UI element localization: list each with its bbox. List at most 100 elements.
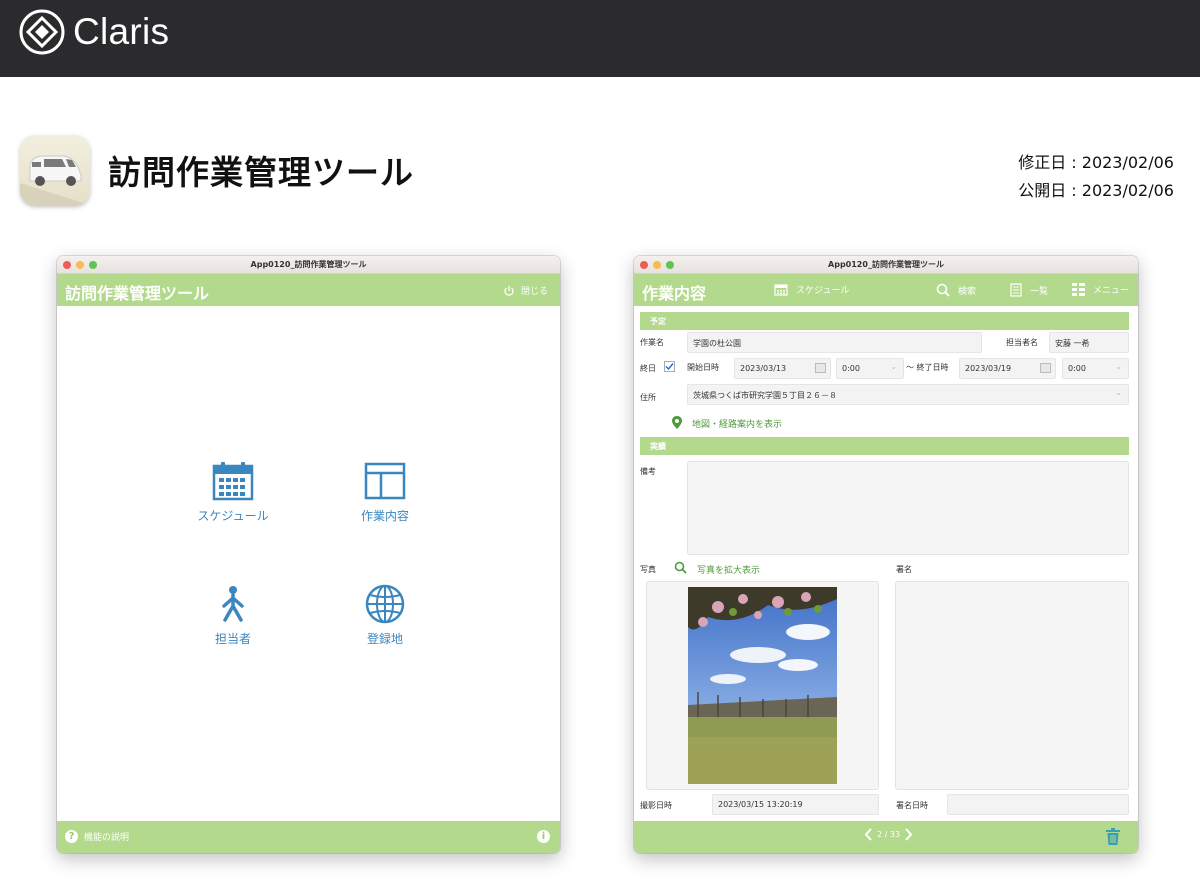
app-icon <box>20 135 90 205</box>
calendar-picker-icon[interactable] <box>1040 363 1051 373</box>
brand-name: Claris <box>73 11 170 52</box>
close-app-button[interactable]: 閉じる <box>503 284 548 297</box>
address-value: 茨城県つくば市研究学園５丁目２６－８ <box>693 391 837 400</box>
chevron-down-icon: ⌄ <box>890 362 897 371</box>
claris-brand[interactable]: Claris <box>19 9 169 55</box>
app-footer-bar: ? 機能の説明 i <box>57 821 560 853</box>
location-menu-label: 登録地 <box>366 632 403 646</box>
app-heading: 作業内容 <box>642 284 707 303</box>
address-field[interactable]: 茨城県つくば市研究学園５丁目２６－８ ⌄ <box>687 384 1129 405</box>
nav-schedule-label: スケジュール <box>796 286 850 296</box>
power-icon <box>504 285 514 296</box>
record-pager: 2 / 33 <box>864 828 913 841</box>
start-date-value: 2023/03/13 <box>740 364 787 373</box>
work-name-label: 作業名 <box>640 338 664 347</box>
menu-window-screenshot: App0120_訪問作業管理ツール 訪問作業管理ツール 閉じる スケジュール 作… <box>57 256 560 853</box>
top-bar: Claris <box>0 0 1200 77</box>
signature-pad[interactable] <box>895 581 1129 790</box>
nav-schedule-button[interactable]: スケジュール <box>774 283 849 296</box>
sign-date-field[interactable] <box>947 794 1129 815</box>
photo-container[interactable] <box>646 581 879 790</box>
work-name-field[interactable]: 学園の杜公園 <box>687 332 982 353</box>
schedule-menu-button[interactable]: スケジュール <box>188 461 278 524</box>
start-label: 開始日時 <box>687 363 719 372</box>
staff-menu-label: 担当者 <box>214 632 251 646</box>
publish-dates: 修正日 : 2023/02/06 公開日 : 2023/02/06 <box>1018 149 1174 205</box>
help-icon: ? <box>65 830 78 843</box>
zoom-search-icon[interactable] <box>674 561 687 574</box>
sign-date-label: 署名日時 <box>896 801 928 810</box>
section-actual-header: 実績 <box>640 437 1129 455</box>
staff-label: 担当者名 <box>1006 338 1038 347</box>
section-plan-header: 予定 <box>640 312 1129 330</box>
grid-menu-icon <box>1072 283 1085 296</box>
staff-menu-button[interactable]: 担当者 <box>188 584 278 647</box>
signature-label: 署名 <box>896 565 912 574</box>
allday-label: 終日 <box>640 364 656 373</box>
window-titlebar: App0120_訪問作業管理ツール <box>57 256 560 274</box>
search-icon <box>936 283 950 297</box>
nav-list-label: 一覧 <box>1030 286 1049 297</box>
end-date-field[interactable]: 2023/03/19 <box>959 358 1056 379</box>
calendar-picker-icon[interactable] <box>815 363 826 373</box>
location-menu-button[interactable]: 登録地 <box>340 584 430 647</box>
start-time-value: 0:00 <box>842 364 860 373</box>
map-route-link[interactable]: 地図・経路案内を表示 <box>692 417 782 430</box>
address-label: 住所 <box>640 393 656 402</box>
window-title: App0120_訪問作業管理ツール <box>250 260 367 269</box>
park-photo <box>688 587 837 784</box>
van-icon <box>20 155 90 205</box>
modified-date: 修正日 : 2023/02/06 <box>1018 153 1174 172</box>
start-date-field[interactable]: 2023/03/13 <box>734 358 831 379</box>
calendar-icon <box>212 462 254 501</box>
nav-search-label: 検索 <box>958 286 977 297</box>
app-heading: 訪問作業管理ツール <box>65 284 210 303</box>
app-footer-bar: 2 / 33 <box>634 821 1138 853</box>
published-date: 公開日 : 2023/02/06 <box>1018 181 1174 200</box>
window-title: App0120_訪問作業管理ツール <box>828 260 944 269</box>
photo-label: 写真 <box>640 565 656 574</box>
globe-icon <box>365 584 405 624</box>
work-menu-button[interactable]: 作業内容 <box>340 461 430 524</box>
work-detail-window-screenshot: App0120_訪問作業管理ツール 作業内容 スケジュール 検索 一覧 メニュー… <box>634 256 1138 853</box>
allday-checkbox[interactable] <box>664 361 675 372</box>
app-header-bar: 作業内容 スケジュール 検索 一覧 メニュー <box>634 274 1138 306</box>
schedule-menu-label: スケジュール <box>197 509 269 523</box>
photo-zoom-link[interactable]: 写真を拡大表示 <box>697 563 760 576</box>
calendar-icon <box>774 284 788 296</box>
end-time-value: 0:00 <box>1068 364 1086 373</box>
notes-textarea[interactable] <box>687 461 1129 555</box>
list-icon <box>1010 283 1022 297</box>
close-app-label: 閉じる <box>520 287 548 297</box>
end-label: ～ 終了日時 <box>906 363 949 372</box>
nav-menu-button[interactable]: メニュー <box>1072 283 1129 296</box>
nav-search-button[interactable]: 検索 <box>936 283 976 297</box>
nav-menu-label: メニュー <box>1093 286 1130 296</box>
record-counter: 2 / 33 <box>877 830 901 839</box>
help-label: 機能の説明 <box>84 833 130 843</box>
layout-icon <box>364 462 406 500</box>
end-time-field[interactable]: 0:00 ⌄ <box>1062 358 1129 379</box>
end-date-value: 2023/03/19 <box>965 364 1012 373</box>
help-button[interactable]: ? 機能の説明 <box>65 830 129 843</box>
map-pin-icon <box>672 416 682 429</box>
shot-date-label: 撮影日時 <box>640 801 672 810</box>
shot-date-field[interactable]: 2023/03/15 13:20:19 <box>712 794 879 815</box>
chevron-down-icon: ⌄ <box>1115 362 1122 371</box>
chevron-right-icon[interactable] <box>905 828 913 841</box>
chevron-down-icon: ⌄ <box>1115 388 1122 397</box>
window-titlebar: App0120_訪問作業管理ツール <box>634 256 1138 274</box>
trash-icon[interactable] <box>1106 828 1120 845</box>
menu-body: スケジュール 作業内容 担当者 登録地 <box>57 306 560 820</box>
person-walking-icon <box>222 586 244 622</box>
claris-logo-icon <box>19 9 65 55</box>
nav-list-button[interactable]: 一覧 <box>1010 283 1048 297</box>
app-header-bar: 訪問作業管理ツール 閉じる <box>57 274 560 306</box>
info-icon[interactable]: i <box>537 830 550 843</box>
chevron-left-icon[interactable] <box>864 828 872 841</box>
start-time-field[interactable]: 0:00 ⌄ <box>836 358 904 379</box>
work-menu-label: 作業内容 <box>360 509 409 523</box>
staff-field[interactable]: 安藤 一希 <box>1049 332 1129 353</box>
page-title: 訪問作業管理ツール <box>108 153 414 192</box>
notes-label: 備考 <box>640 467 656 476</box>
